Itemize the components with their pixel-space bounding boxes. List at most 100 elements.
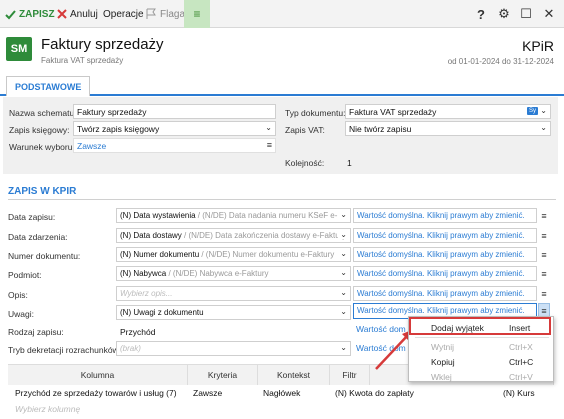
hamburger-icon: ≡ (193, 7, 201, 21)
event-date-select[interactable]: (N) Data dostawy / (N/DE) Data zakończen… (116, 228, 351, 243)
date-extra: / (N/DE) Data nadania numeru KSeF e-F (195, 211, 343, 220)
date-select[interactable]: (N) Data wystawienia / (N/DE) Data nadan… (116, 208, 351, 223)
row-label-description: Opis: (8, 290, 28, 300)
doc-type-badge: Sy (526, 107, 538, 115)
chevron-down-icon: ⌄ (338, 288, 347, 297)
document-type-badge: SM (6, 37, 32, 61)
schema-name-input[interactable]: Faktury sprzedaży (73, 104, 276, 119)
context-item-cut[interactable]: Wytnij Ctrl+X (409, 339, 555, 354)
order-value: 1 (347, 158, 352, 168)
description-default[interactable]: Wartość domyślna. Kliknij prawym aby zmi… (353, 286, 537, 301)
flag-icon (145, 8, 157, 20)
notes-select[interactable]: (N) Uwagi z dokumentu ⌄ (116, 305, 351, 320)
grid-cell[interactable]: Zawsze (190, 386, 258, 401)
doc-type-label: Typ dokumentu: (285, 108, 346, 118)
event-date-default[interactable]: Wartość domyślna. Kliknij prawym aby zmi… (353, 228, 537, 243)
row-label-event-date: Data zdarzenia: (8, 232, 68, 242)
condition-value: Zawsze (77, 141, 107, 151)
flag-label: Flaga (160, 8, 186, 20)
doc-number-menu-button[interactable]: ≡ (538, 247, 550, 262)
maximize-button[interactable]: ☐ (515, 0, 537, 28)
event-date-extra: / (N/DE) Data zakończenia dostawy e-Fakt… (181, 231, 347, 240)
context-item-paste[interactable]: Wklej Ctrl+V (409, 369, 555, 384)
row-label-entity: Podmiot: (8, 270, 42, 280)
context-item-label: Kopiuj (431, 356, 455, 367)
condition-label: Warunek wyboru: (9, 142, 75, 152)
date-default[interactable]: Wartość domyślna. Kliknij prawym aby zmi… (353, 208, 537, 223)
doc-type-value: Faktura VAT sprzedaży (349, 107, 437, 117)
entity-select[interactable]: (N) Nabywca / (N/DE) Nabywca e-Faktury ⌄ (116, 266, 351, 281)
schema-name-label: Nazwa schematu: (9, 108, 77, 118)
entity-default[interactable]: Wartość domyślna. Kliknij prawym aby zmi… (353, 266, 537, 281)
grid-cell[interactable]: Nagłówek (260, 386, 330, 401)
hamburger-menu-button[interactable]: ≡ (184, 0, 210, 28)
posting-select[interactable]: Twórz zapis księgowy ⌄ (73, 121, 276, 136)
new-column-placeholder[interactable]: Wybierz kolumnę (12, 402, 83, 417)
section-title-kpir: ZAPIS W KPIR (8, 186, 77, 197)
context-item-label: Wytnij (431, 341, 455, 352)
chevron-down-icon: ⌄ (338, 249, 347, 258)
vat-label: Zapis VAT: (285, 125, 325, 135)
event-date-main: (N) Data dostawy (120, 231, 182, 240)
date-menu-button[interactable]: ≡ (538, 208, 550, 223)
close-window-button[interactable]: ✕ (538, 0, 560, 28)
close-window-icon: ✕ (543, 6, 555, 21)
save-button[interactable]: ZAPISZ (5, 0, 55, 28)
condition-field[interactable]: Zawsze ≡ (73, 138, 276, 153)
menu-icon: ≡ (541, 268, 547, 279)
book-name: KPiR (522, 38, 554, 54)
decree-label: Tryb dekretacji rozrachunków: (8, 345, 122, 355)
vat-value: Nie twórz zapisu (349, 124, 412, 134)
grid-cell[interactable]: (N) Kurs (500, 386, 552, 401)
context-item-label: Wklej (431, 371, 452, 382)
menu-icon: ≡ (541, 249, 547, 260)
row-label-notes: Uwagi: (8, 309, 34, 319)
event-date-menu-button[interactable]: ≡ (538, 228, 550, 243)
decree-value: (brak) (120, 344, 141, 353)
row-label-doc-number: Numer dokumentu: (8, 251, 81, 261)
tab-basic[interactable]: PODSTAWOWE (6, 76, 91, 96)
doc-number-default[interactable]: Wartość domyślna. Kliknij prawym aby zmi… (353, 247, 537, 262)
grid-cell[interactable]: Przychód ze sprzedaży towarów i usług (7… (12, 386, 188, 401)
menu-icon: ≡ (541, 288, 547, 299)
chevron-down-icon: ⌄ (338, 268, 347, 277)
grid-cell[interactable]: (N) Kwota do zapłaty (332, 386, 472, 401)
date-main: (N) Data wystawienia (120, 211, 196, 220)
notes-main: (N) Uwagi z dokumentu (120, 308, 204, 317)
maximize-icon: ☐ (520, 6, 532, 21)
doc-type-select[interactable]: Faktura VAT sprzedaży Sy ⌄ (345, 104, 551, 119)
column-header[interactable]: Kolumna (8, 365, 188, 385)
column-header[interactable]: Kontekst (258, 365, 330, 385)
chevron-down-icon: ⌄ (540, 106, 547, 115)
flag-button[interactable]: Flaga (145, 0, 185, 28)
description-menu-button[interactable]: ≡ (538, 286, 550, 301)
column-header[interactable]: Filtr (330, 365, 370, 385)
cancel-button[interactable]: Anuluj (57, 0, 98, 28)
operations-label: Operacje (103, 8, 144, 20)
description-placeholder: Wybierz opis... (120, 289, 173, 298)
context-item-highlight (409, 317, 551, 335)
context-item-copy[interactable]: Kopiuj Ctrl+C (409, 354, 555, 369)
entity-menu-button[interactable]: ≡ (538, 266, 550, 281)
chevron-down-icon: ⌄ (265, 123, 272, 132)
column-header[interactable]: Kryteria (188, 365, 258, 385)
chevron-down-icon: ⌄ (338, 230, 347, 239)
chevron-down-icon: ⌄ (338, 343, 347, 352)
menu-icon: ≡ (541, 210, 547, 221)
help-button[interactable]: ? (470, 0, 492, 28)
settings-button[interactable]: ⚙ (493, 0, 515, 28)
description-select[interactable]: Wybierz opis... ⌄ (116, 286, 351, 301)
vat-select[interactable]: Nie twórz zapisu ⌄ (345, 121, 551, 136)
cancel-label: Anuluj (70, 8, 98, 20)
operations-menu[interactable]: Operacje (103, 0, 144, 28)
context-item-shortcut: Ctrl+C (509, 356, 534, 367)
context-item-shortcut: Ctrl+V (509, 371, 533, 382)
section-divider (8, 199, 556, 200)
posting-value: Twórz zapis księgowy (77, 124, 160, 134)
posting-label: Zapis księgowy: (9, 125, 70, 135)
checkmark-icon (5, 9, 16, 20)
context-separator (415, 337, 549, 338)
decree-select[interactable]: (brak) ⌄ (116, 341, 351, 356)
doc-number-select[interactable]: (N) Numer dokumentu / (N/DE) Numer dokum… (116, 247, 351, 262)
menu-icon: ≡ (266, 140, 272, 150)
